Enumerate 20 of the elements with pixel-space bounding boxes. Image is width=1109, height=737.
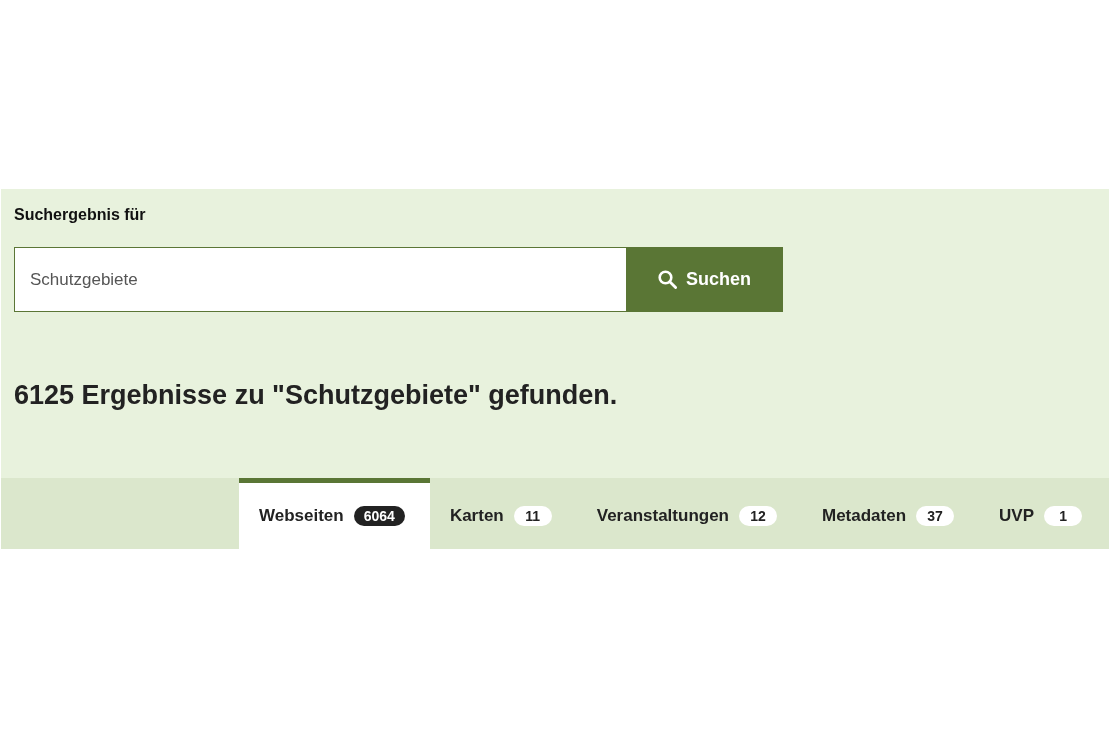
tab[interactable]: Webseiten 6064 [239, 478, 430, 549]
count-badge: 37 [916, 506, 955, 526]
count-badge: 1 [1044, 506, 1083, 526]
count-badge: 11 [513, 506, 552, 526]
tab-label: Metadaten [822, 506, 907, 526]
search-icon [658, 270, 677, 289]
search-button[interactable]: Suchen [626, 247, 783, 312]
count-badge: 12 [739, 506, 777, 526]
search-label: Suchergebnis für [14, 205, 147, 225]
results-heading: 6125 Ergebnisse zu "Schutzgebiete" gefunden. [14, 379, 619, 412]
tab[interactable]: UVP 1 [979, 478, 1108, 549]
tab[interactable]: Metadaten 37 [802, 478, 980, 549]
search-field[interactable]: Schutzgebiete [14, 247, 626, 312]
tab[interactable]: Veranstaltungen 12 [576, 478, 802, 549]
tab-label: Webseiten [259, 506, 344, 526]
tab-label: Karten [449, 506, 504, 526]
count-badge: 6064 [353, 506, 405, 526]
tab[interactable]: Karten 11 [429, 478, 577, 549]
tab-label: Veranstaltungen [596, 506, 729, 526]
tab-label: UVP [999, 506, 1035, 526]
